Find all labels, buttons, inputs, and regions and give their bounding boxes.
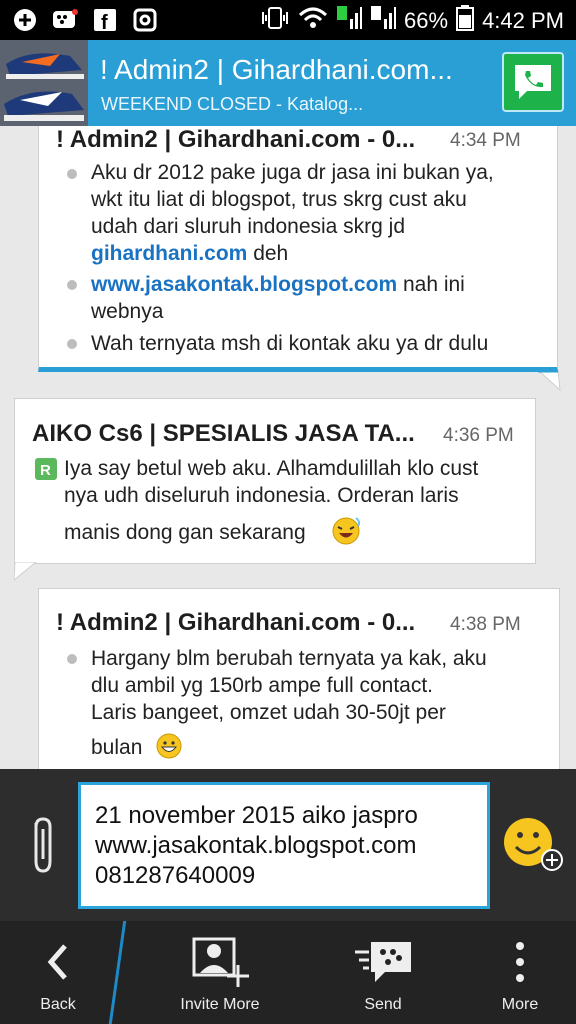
list-bullet	[67, 339, 77, 349]
message-line: nya udh diseluruh indonesia. Orderan lar…	[64, 484, 459, 507]
chat-header[interactable]: ! Admin2 | Gihardhani.com... WEEKEND CLO…	[0, 40, 576, 126]
chat-subtitle: WEEKEND CLOSED - Katalog...	[101, 94, 364, 114]
message-line: Aku dr 2012 pake juga dr jasa ini bukan …	[91, 161, 494, 184]
message-line: Iya say betul web aku. Alhamdulillah klo…	[64, 457, 479, 480]
svg-text:f: f	[101, 12, 108, 32]
message-sender: ! Admin2 | Gihardhani.com - 0...	[56, 609, 416, 636]
divider	[108, 921, 127, 1024]
send-bbm-icon	[353, 932, 413, 992]
message-line: webnya	[91, 300, 164, 323]
battery-icon	[456, 5, 475, 37]
phone-chat-icon	[515, 65, 551, 99]
back-button[interactable]: Back	[16, 921, 100, 1024]
signal-sim1-icon	[336, 5, 363, 37]
instagram-icon	[132, 7, 158, 33]
message-time: 4:38 PM	[450, 614, 521, 635]
invite-more-label: Invite More	[180, 996, 260, 1013]
grinning-emoji-icon	[156, 733, 182, 759]
message-link[interactable]: gihardhani.com	[91, 242, 247, 265]
facebook-icon: f	[92, 7, 118, 33]
message-list[interactable]: ! Admin2 | Gihardhani.com - 0... 4:34 PM…	[0, 126, 576, 769]
battery-percent: 66%	[404, 8, 449, 33]
list-bullet	[67, 654, 77, 664]
more-button[interactable]: More	[484, 921, 556, 1024]
smiley-add-icon	[504, 818, 563, 871]
attach-button[interactable]	[26, 815, 58, 882]
chevron-left-icon	[28, 932, 88, 992]
invite-contact-icon	[190, 932, 250, 992]
emoticon-button[interactable]	[504, 817, 566, 880]
message-line: manis dong gan sekarang	[64, 521, 306, 544]
back-label: Back	[40, 996, 76, 1013]
paperclip-icon	[34, 817, 52, 873]
bottom-action-bar: Back Invite More Send More	[0, 921, 576, 1024]
input-line: www.jasakontak.blogspot.com	[95, 832, 417, 859]
input-line: 081287640009	[95, 862, 256, 889]
message-line: Laris bangeet, omzet udah 30-50jt per	[91, 701, 446, 724]
message-sender: AIKO Cs6 | SPESIALIS JASA TA...	[32, 420, 415, 447]
message-line: Wah ternyata msh di kontak aku ya dr dul…	[91, 332, 489, 355]
input-line: 21 november 2015 aiko jaspro	[95, 802, 418, 829]
compose-bar: 21 november 2015 aiko jaspro www.jasakon…	[0, 769, 576, 921]
bubble-tail	[14, 562, 37, 581]
message-line: gihardhani.com deh	[91, 242, 289, 265]
message-sender: ! Admin2 | Gihardhani.com - 0...	[56, 126, 416, 153]
bubble-tail	[538, 370, 561, 392]
vibrate-icon	[260, 6, 290, 36]
contact-avatar[interactable]	[0, 40, 88, 126]
invite-more-button[interactable]: Invite More	[164, 921, 276, 1024]
add-icon	[12, 7, 38, 33]
more-vertical-icon	[490, 932, 550, 992]
message-line: udah dari sluruh indonesia skrg jd	[91, 215, 406, 238]
chat-title: ! Admin2 | Gihardhani.com...	[100, 54, 453, 85]
read-status-icon: R	[35, 458, 57, 480]
more-label: More	[501, 996, 539, 1013]
wifi-icon	[298, 6, 328, 36]
list-bullet	[67, 280, 77, 290]
message-line: dlu ambil yg 150rb ampe full contact.	[91, 674, 434, 697]
send-label: Send	[364, 996, 402, 1013]
message-time: 4:34 PM	[450, 130, 521, 151]
send-button[interactable]: Send	[338, 921, 428, 1024]
bbm-notification-icon	[52, 7, 78, 33]
call-button[interactable]	[502, 52, 564, 112]
svg-text:R: R	[40, 462, 51, 479]
message-time: 4:36 PM	[443, 425, 514, 446]
status-bar: f 66% 4:42 PM	[0, 0, 576, 40]
message-line: wkt itu liat di blogspot, trus skrg cust…	[91, 188, 467, 211]
signal-sim2-icon	[370, 5, 397, 37]
list-bullet	[67, 169, 77, 179]
message-link[interactable]: www.jasakontak.blogspot.com	[91, 273, 397, 296]
message-line: bulan	[91, 736, 143, 759]
message-line: Hargany blm berubah ternyata ya kak, aku	[91, 647, 487, 670]
message-line: www.jasakontak.blogspot.com nah ini	[91, 273, 465, 296]
message-input[interactable]: 21 november 2015 aiko jaspro www.jasakon…	[78, 782, 490, 909]
clock: 4:42 PM	[482, 8, 564, 33]
laughing-emoji-icon	[332, 517, 361, 545]
